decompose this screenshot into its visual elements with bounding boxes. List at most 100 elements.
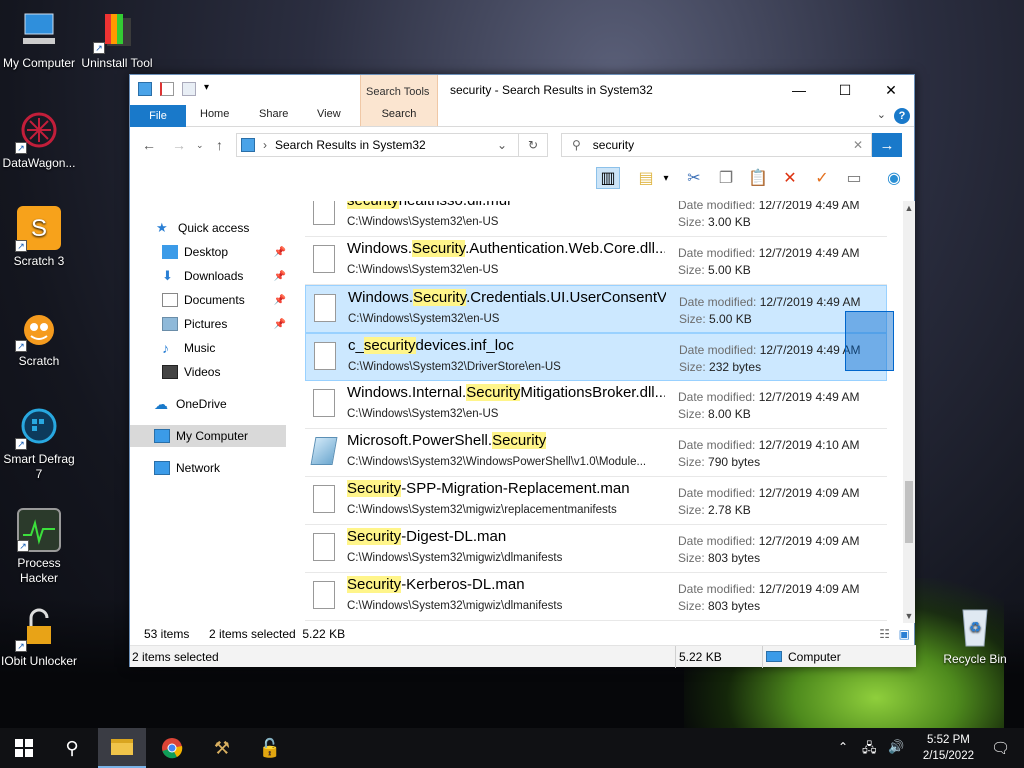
qat-dropdown-icon[interactable]: ▾: [204, 82, 214, 96]
search-value[interactable]: security: [593, 138, 634, 152]
close-button[interactable]: ✕: [868, 75, 914, 105]
pin-icon[interactable]: 📌: [274, 295, 286, 306]
file-icon: [310, 437, 338, 465]
desktop-icon-smart-defrag[interactable]: ↗ Smart Defrag 7: [0, 404, 78, 482]
details-view-icon[interactable]: ☷: [879, 627, 890, 641]
file-row[interactable]: Windows.Security.Authentication.Web.Core…: [305, 237, 887, 285]
sidebar-item-downloads[interactable]: ⬇ Downloads 📌: [130, 265, 288, 287]
paste-icon[interactable]: 📋: [746, 167, 770, 189]
sidebar-item-network[interactable]: Network: [130, 457, 288, 479]
back-button[interactable]: ←: [142, 137, 156, 153]
date-modified: Date modified: 12/7/2019 4:10 AM: [678, 438, 859, 452]
pin-icon[interactable]: 📌: [274, 271, 286, 282]
desktop-icon-iobit-unlocker[interactable]: ↗ IObit Unlocker: [0, 606, 78, 669]
search-input[interactable]: ⚲ security ✕: [561, 133, 872, 157]
folder-icon[interactable]: [138, 82, 152, 96]
desktop-icon-scratch3[interactable]: S ↗ Scratch 3: [0, 206, 78, 269]
network-tray-icon[interactable]: 🖧: [862, 739, 877, 761]
minimize-button[interactable]: —: [776, 75, 822, 105]
refresh-button[interactable]: ↻: [518, 133, 548, 157]
sidebar-item-music[interactable]: ♪ Music: [130, 337, 288, 359]
cut-icon[interactable]: ✂: [682, 167, 706, 189]
size-value: 790 bytes: [708, 455, 761, 469]
search-go-button[interactable]: →: [872, 133, 902, 157]
sidebar-item-label: Videos: [184, 365, 221, 379]
tab-view[interactable]: View: [317, 108, 341, 120]
sidebar-item-documents[interactable]: Documents 📌: [130, 289, 288, 311]
network-globe-icon[interactable]: ◉: [882, 167, 906, 189]
up-button[interactable]: ↑: [216, 137, 223, 153]
item-count: 53 items: [144, 627, 190, 641]
tab-search[interactable]: Search: [360, 105, 438, 124]
file-row[interactable]: securityhealthsso.dll.mui C:\Windows\Syst…: [305, 201, 887, 237]
taskbar-unlocker[interactable]: 🔓: [246, 728, 294, 768]
start-button[interactable]: [0, 728, 48, 768]
taskbar-file-explorer[interactable]: [98, 728, 146, 768]
sidebar-item-desktop[interactable]: Desktop 📌: [130, 241, 288, 263]
vertical-scrollbar[interactable]: ▲ ▼: [903, 201, 915, 623]
tab-home[interactable]: Home: [200, 108, 229, 120]
file-row[interactable]: Security-Digest-DL.man C:\Windows\System3…: [305, 525, 887, 573]
address-dropdown-icon[interactable]: ⌄: [497, 138, 507, 152]
desktop-icon-process-hacker[interactable]: ↗ Process Hacker: [0, 508, 78, 586]
file-row[interactable]: c_securitydevices.inf_loc C:\Windows\Syst…: [305, 333, 887, 381]
title-bar: ▾ Search Tools security - Search Results…: [130, 75, 914, 127]
scroll-up-icon[interactable]: ▲: [903, 203, 915, 213]
rename-icon[interactable]: ✓: [810, 167, 834, 189]
breadcrumb-separator-icon[interactable]: ›: [263, 138, 267, 152]
file-name: Security-SPP-Migration-Replacement.man: [347, 480, 665, 497]
desktop-icon-scratch[interactable]: ↗ Scratch: [0, 306, 78, 369]
sidebar-item-pictures[interactable]: Pictures 📌: [130, 313, 288, 335]
file-path: C:\Windows\System32\migwiz\dlmanifests: [347, 552, 563, 564]
clear-search-icon[interactable]: ✕: [853, 138, 863, 152]
new-folder-icon[interactable]: [182, 82, 196, 96]
properties-toolbar-icon[interactable]: ▭: [842, 167, 866, 189]
scroll-thumb[interactable]: [905, 481, 913, 543]
desktop-icon-recycle-bin[interactable]: ♻ Recycle Bin: [936, 604, 1014, 667]
clock[interactable]: 5:52 PM 2/15/2022: [923, 732, 974, 764]
address-bar[interactable]: › Search Results in System32 ⌄: [236, 133, 548, 157]
ribbon-expand-icon[interactable]: ⌄: [877, 108, 886, 121]
pin-icon[interactable]: 📌: [274, 247, 286, 258]
search-button[interactable]: ⚲: [48, 728, 96, 768]
maximize-button[interactable]: ☐: [822, 75, 868, 105]
delete-icon[interactable]: ✕: [778, 167, 802, 189]
sidebar-item-videos[interactable]: Videos: [130, 361, 288, 383]
scroll-down-icon[interactable]: ▼: [903, 611, 915, 621]
sidebar-item-quick-access[interactable]: ★ Quick access: [130, 217, 288, 239]
computer-icon: [766, 651, 782, 662]
datawagon-icon: ↗: [15, 108, 61, 154]
file-row[interactable]: Windows.Security.Credentials.UI.UserCons…: [305, 285, 887, 333]
properties-icon[interactable]: [160, 82, 174, 96]
forward-button[interactable]: →: [172, 137, 186, 153]
tab-share[interactable]: Share: [259, 108, 288, 120]
desktop-icon-datawagon[interactable]: ↗ DataWagon...: [0, 108, 78, 171]
sidebar-item-my-computer[interactable]: My Computer: [130, 425, 286, 447]
file-row[interactable]: Windows.Internal.SecurityMitigationsBrok…: [305, 381, 887, 429]
views-dropdown-icon[interactable]: ▾: [654, 167, 678, 189]
copy-icon[interactable]: ❐: [714, 167, 738, 189]
scratch3-icon: S ↗: [15, 206, 61, 252]
file-row[interactable]: Security-Kerberos-DL.man C:\Windows\Syste…: [305, 573, 887, 621]
desktop-icon-label: Process Hacker: [17, 556, 61, 585]
tab-file[interactable]: File: [130, 105, 186, 127]
recent-locations-icon[interactable]: ⌄: [196, 140, 204, 151]
volume-icon[interactable]: 🔊: [888, 739, 904, 755]
breadcrumb[interactable]: Search Results in System32: [275, 138, 426, 152]
date-label: Date modified:: [678, 582, 756, 596]
tray-overflow-icon[interactable]: ⌃: [838, 740, 848, 754]
clock-time: 5:52 PM: [927, 734, 970, 746]
taskbar-app-tool[interactable]: ⚒: [198, 728, 246, 768]
taskbar-chrome[interactable]: [148, 728, 196, 768]
preview-pane-icon[interactable]: ▥: [596, 167, 620, 189]
pin-icon[interactable]: 📌: [274, 319, 286, 330]
file-row[interactable]: Security-SPP-Migration-Replacement.man C:…: [305, 477, 887, 525]
help-button[interactable]: ?: [894, 108, 910, 124]
large-icons-view-icon[interactable]: ▣: [899, 627, 910, 641]
file-row[interactable]: Microsoft.PowerShell.Security C:\Windows\…: [305, 429, 887, 477]
desktop-icon-my-computer[interactable]: My Computer: [0, 8, 78, 71]
sidebar-item-onedrive[interactable]: ☁ OneDrive: [130, 393, 288, 415]
desktop-icon-uninstall-tool[interactable]: ↗ Uninstall Tool: [78, 8, 156, 71]
notification-icon[interactable]: 🗨: [991, 739, 1010, 757]
date-label: Date modified:: [678, 246, 756, 260]
